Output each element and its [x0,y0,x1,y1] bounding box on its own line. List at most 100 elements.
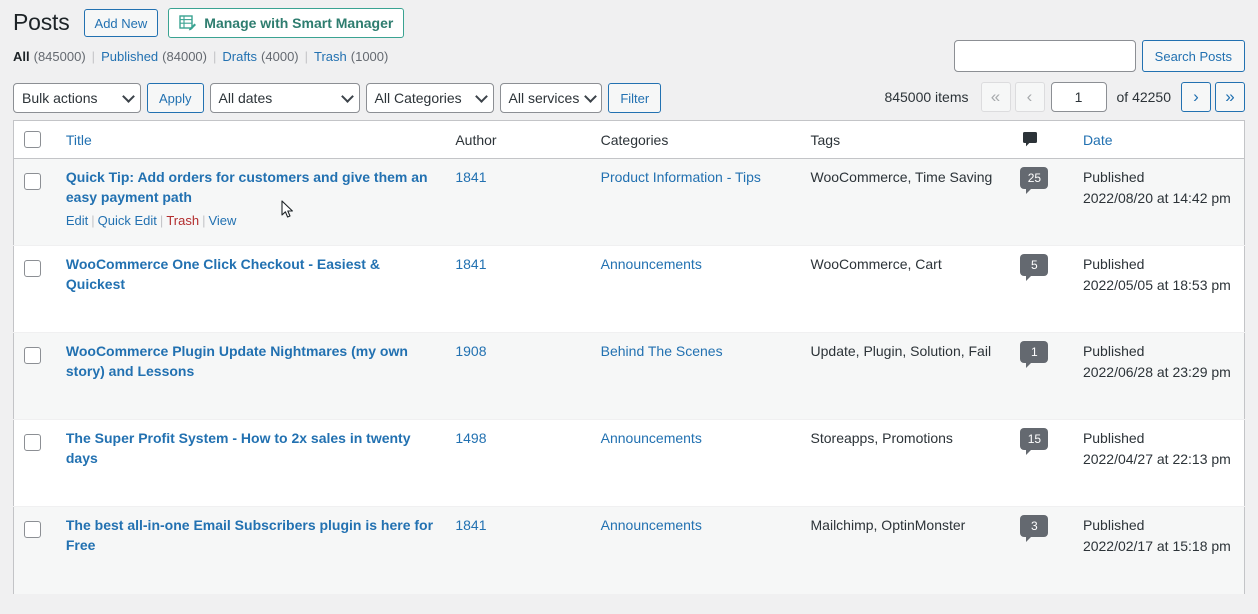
category-link[interactable]: Behind The Scenes [601,343,723,359]
column-header-tags-label: Tags [811,132,841,148]
last-page-button[interactable]: » [1215,82,1245,112]
row-date-cell: Published 2022/04/27 at 22:13 pm [1073,420,1245,507]
status-count-published: (84000) [162,44,207,70]
post-date: 2022/05/05 at 18:53 pm [1083,275,1234,296]
status-label-published[interactable]: Published [101,44,158,70]
current-page-input[interactable] [1051,82,1107,112]
smart-manager-label: Manage with Smart Manager [204,16,393,30]
all-categories-select[interactable]: All Categories [366,83,494,113]
row-select-cell [14,420,56,507]
row-action-edit[interactable]: Edit [66,213,88,228]
post-title-link[interactable]: WooCommerce One Click Checkout - Easiest… [66,256,380,292]
row-author-cell: 1498 [445,420,590,507]
status-link-trash[interactable]: Trash (1000) [314,44,388,70]
row-comments-cell: 25 [1010,159,1073,246]
post-title-link[interactable]: Quick Tip: Add orders for customers and … [66,169,428,205]
all-dates-select[interactable]: All dates [210,83,360,113]
column-header-title-label[interactable]: Title [66,132,92,148]
table-row: Quick Tip: Add orders for customers and … [14,159,1245,246]
all-services-value: All services [509,90,580,106]
column-header-date[interactable]: Date [1073,121,1245,159]
bulk-actions-select[interactable]: Bulk actions [13,83,141,113]
search-posts-button[interactable]: Search Posts [1142,40,1245,72]
table-body: Quick Tip: Add orders for customers and … [14,159,1245,594]
tags-value: WooCommerce, Time Saving [811,169,993,185]
comment-count-badge[interactable]: 5 [1020,254,1048,276]
filter-button[interactable]: Filter [608,83,661,113]
column-header-comments[interactable] [1010,121,1073,159]
next-page-button[interactable]: › [1181,82,1211,112]
row-action-trash[interactable]: Trash [166,213,199,228]
posts-table: Title Author Categories Tags [13,120,1245,594]
row-tags-cell: WooCommerce, Cart [801,246,1011,333]
row-checkbox[interactable] [24,434,41,451]
category-link[interactable]: Announcements [601,517,702,533]
row-action-separator: | [202,213,205,228]
comment-count-badge[interactable]: 15 [1020,428,1048,450]
row-checkbox[interactable] [24,347,41,364]
all-services-select[interactable]: All services [500,83,603,113]
row-date-cell: Published 2022/06/28 at 23:29 pm [1073,333,1245,420]
comment-count-badge[interactable]: 3 [1020,515,1048,537]
select-all-checkbox[interactable] [24,131,41,148]
status-link-all[interactable]: All (845000) | [13,44,101,70]
status-link-drafts[interactable]: Drafts (4000) | [222,44,314,70]
add-new-button[interactable]: Add New [84,9,159,37]
row-comments-cell: 3 [1010,507,1073,594]
status-label-drafts[interactable]: Drafts [222,44,257,70]
table-row: The Super Profit System - How to 2x sale… [14,420,1245,507]
tags-value: WooCommerce, Cart [811,256,942,272]
row-comments-cell: 1 [1010,333,1073,420]
post-status: Published [1083,341,1234,362]
column-header-date-label[interactable]: Date [1083,132,1113,148]
status-label-trash[interactable]: Trash [314,44,347,70]
category-link[interactable]: Product Information - Tips [601,169,761,185]
row-select-cell [14,507,56,594]
row-action-view[interactable]: View [208,213,236,228]
comment-count-badge[interactable]: 25 [1020,167,1048,189]
row-categories-cell: Announcements [591,420,801,507]
category-link[interactable]: Announcements [601,430,702,446]
row-date-cell: Published 2022/05/05 at 18:53 pm [1073,246,1245,333]
row-comments-cell: 15 [1010,420,1073,507]
post-status: Published [1083,515,1234,536]
prev-page-button[interactable]: ‹ [1015,82,1045,112]
column-header-title[interactable]: Title [56,121,445,159]
row-tags-cell: Update, Plugin, Solution, Fail [801,333,1011,420]
row-checkbox[interactable] [24,521,41,538]
row-checkbox[interactable] [24,173,41,190]
post-title-link[interactable]: WooCommerce Plugin Update Nightmares (my… [66,343,408,379]
category-link[interactable]: Announcements [601,256,702,272]
table-row: WooCommerce Plugin Update Nightmares (my… [14,333,1245,420]
tags-value: Update, Plugin, Solution, Fail [811,343,992,359]
comment-count-badge[interactable]: 1 [1020,341,1048,363]
post-title-link[interactable]: The Super Profit System - How to 2x sale… [66,430,411,466]
author-link[interactable]: 1841 [455,256,486,272]
row-action-quick-edit[interactable]: Quick Edit [98,213,157,228]
row-author-cell: 1841 [445,507,590,594]
search-input[interactable] [954,40,1136,72]
table-row: The best all-in-one Email Subscribers pl… [14,507,1245,594]
row-title-cell: The Super Profit System - How to 2x sale… [56,420,445,507]
tags-value: Storeapps, Promotions [811,430,953,446]
chevron-down-icon [122,90,135,103]
status-link-published[interactable]: Published (84000) | [101,44,222,70]
post-title-link[interactable]: The best all-in-one Email Subscribers pl… [66,517,433,553]
author-link[interactable]: 1841 [455,517,486,533]
row-categories-cell: Announcements [591,246,801,333]
first-page-button[interactable]: « [981,82,1011,112]
pagination: 845000 items « ‹ of 42250 › » [884,82,1245,112]
status-count-all: (845000) [34,44,86,70]
row-checkbox[interactable] [24,260,41,277]
apply-button[interactable]: Apply [147,83,204,113]
chevron-down-icon [584,90,597,103]
status-separator: | [213,44,216,70]
author-link[interactable]: 1841 [455,169,486,185]
row-comments-cell: 5 [1010,246,1073,333]
search-box: Search Posts [954,40,1245,72]
manage-with-smart-manager-button[interactable]: Manage with Smart Manager [168,8,404,38]
author-link[interactable]: 1498 [455,430,486,446]
row-title-cell: Quick Tip: Add orders for customers and … [56,159,445,246]
author-link[interactable]: 1908 [455,343,486,359]
row-date-cell: Published 2022/08/20 at 14:42 pm [1073,159,1245,246]
